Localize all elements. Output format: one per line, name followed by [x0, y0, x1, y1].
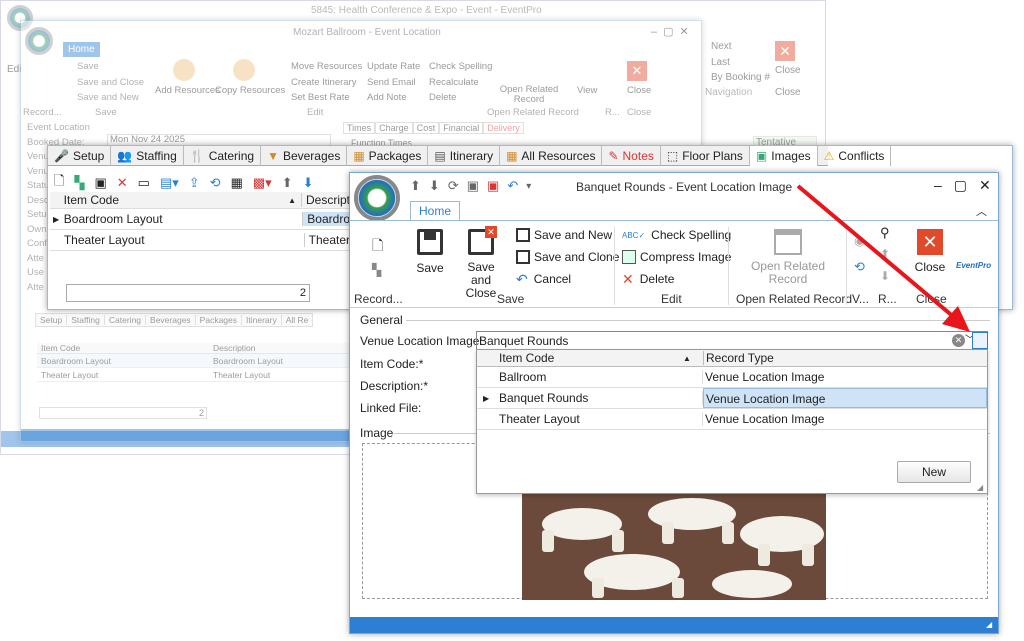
arrow-shaft: [796, 184, 957, 320]
annotation-arrow: [796, 184, 970, 332]
